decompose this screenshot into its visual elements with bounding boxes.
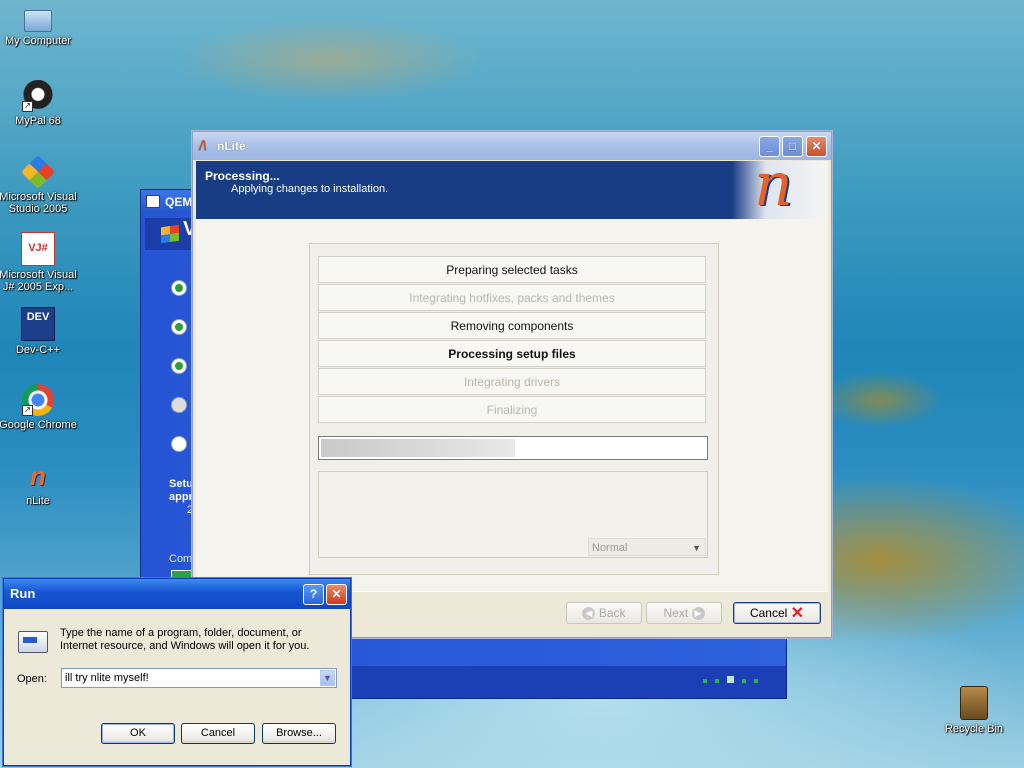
nlite-content: Preparing selected tasks Integrating hot…	[196, 219, 828, 591]
desktop-icon-nlite[interactable]: n nLite	[0, 460, 78, 507]
task-item-integrating-hotfixes: Integrating hotfixes, packs and themes	[318, 284, 706, 311]
run-title: Run	[10, 586, 36, 601]
my-computer-icon	[24, 10, 52, 32]
windows-flag-icon	[161, 224, 179, 244]
shortcut-arrow-icon: ↗	[22, 101, 33, 112]
open-input-value: ill try nlite myself!	[65, 672, 149, 684]
task-panel: Preparing selected tasks Integrating hot…	[309, 243, 719, 575]
task-item-finalizing: Finalizing	[318, 396, 706, 423]
help-button[interactable]: ?	[303, 584, 324, 605]
desktop-icon-my-computer[interactable]: My Computer	[0, 4, 78, 47]
page-title: Processing...	[205, 169, 280, 183]
desktop-icon-label: Microsoft Visual J# 2005 Exp...	[0, 269, 77, 293]
nlite-window[interactable]: /\ nLite _ □ ✕ Processing... Applying ch…	[192, 131, 832, 638]
desktop-icon-label: My Computer	[4, 35, 72, 47]
setup-step-indicator	[171, 397, 187, 413]
setup-side-text: appr	[169, 491, 193, 503]
cancel-button[interactable]: Cancel ✕	[733, 602, 821, 624]
back-button[interactable]: ◀ Back	[566, 602, 642, 624]
cancel-button-label: Cancel	[749, 606, 788, 620]
run-icon	[18, 631, 48, 653]
desktop-icon-label: MyPal 68	[15, 115, 61, 127]
minimize-button[interactable]: _	[759, 136, 780, 157]
nlite-app-icon: /\	[199, 138, 207, 153]
next-arrow-icon: ▶	[691, 607, 705, 621]
desktop-icon-label: Google Chrome	[0, 419, 77, 431]
setup-step-indicator	[171, 280, 187, 296]
nlite-icon: n	[30, 461, 46, 491]
progress-bar	[318, 436, 708, 460]
maximize-button[interactable]: □	[782, 136, 803, 157]
shortcut-arrow-icon: ↗	[22, 405, 33, 416]
open-input[interactable]: ill try nlite myself! ▼	[61, 668, 337, 688]
back-arrow-icon: ◀	[582, 607, 596, 621]
setup-step-indicator	[171, 319, 187, 335]
desktop-icon-visual-jsharp[interactable]: VJ# Microsoft Visual J# 2005 Exp...	[0, 232, 78, 293]
cancel-x-icon: ✕	[790, 604, 805, 622]
mypal-icon: ↗	[22, 80, 54, 112]
task-item-processing-setup-files: Processing setup files	[318, 340, 706, 367]
desktop-icon-label: Recycle Bin	[944, 723, 1004, 735]
desktop-icon-chrome[interactable]: ↗ Google Chrome	[0, 384, 78, 431]
nlite-title: nLite	[217, 139, 246, 153]
back-button-label: Back	[598, 606, 626, 620]
visual-jsharp-icon: VJ#	[21, 232, 55, 266]
desktop-icon-visual-studio[interactable]: Microsoft Visual Studio 2005	[0, 155, 78, 215]
desktop-icon-label: Microsoft Visual Studio 2005	[0, 191, 77, 215]
setup-step-indicator	[171, 436, 187, 452]
nlite-logo-glyph: n	[754, 161, 793, 219]
run-description: Type the name of a program, folder, docu…	[60, 627, 310, 652]
desktop-icon-devcpp[interactable]: DEV Dev-C++	[0, 307, 78, 356]
priority-select-value: Normal	[592, 542, 628, 554]
browse-button[interactable]: Browse...	[262, 723, 336, 744]
setup-side-text: Setu	[169, 478, 193, 490]
setup-step-indicator	[171, 358, 187, 374]
progress-bar-fill	[321, 439, 515, 457]
priority-select[interactable]: Normal ▼	[588, 538, 706, 556]
run-title-bar[interactable]: Run ? ✕	[4, 579, 350, 609]
ok-button[interactable]: OK	[101, 723, 175, 744]
visual-studio-icon	[21, 155, 55, 189]
close-button[interactable]: ✕	[806, 136, 827, 157]
next-button-label: Next	[663, 606, 689, 620]
recycle-bin-icon	[960, 686, 988, 720]
task-item-integrating-drivers: Integrating drivers	[318, 368, 706, 395]
desktop-icon-recycle-bin[interactable]: Recycle Bin	[934, 686, 1014, 735]
open-label: Open:	[17, 673, 47, 685]
nlite-header-banner: Processing... Applying changes to instal…	[196, 161, 828, 219]
chevron-down-icon[interactable]: ▼	[320, 670, 335, 686]
setup-progress-dots	[695, 674, 758, 686]
setup-status-bar	[351, 666, 786, 698]
nlite-logo: n	[732, 161, 828, 219]
chevron-down-icon: ▼	[692, 543, 701, 553]
qemu-window-icon	[146, 195, 160, 208]
next-button[interactable]: Next ▶	[646, 602, 722, 624]
run-close-button[interactable]: ✕	[326, 584, 347, 605]
task-item-preparing: Preparing selected tasks	[318, 256, 706, 283]
page-subtitle: Applying changes to installation.	[231, 183, 389, 195]
task-item-removing-components: Removing components	[318, 312, 706, 339]
run-cancel-button[interactable]: Cancel	[181, 723, 255, 744]
desktop-icon-label: nLite	[26, 495, 50, 507]
chrome-icon: ↗	[22, 384, 54, 416]
log-box: Normal ▼	[318, 471, 708, 558]
desktop-icon-label: Dev-C++	[15, 344, 61, 356]
desktop-icon-mypal[interactable]: ↗ MyPal 68	[0, 80, 78, 127]
run-dialog[interactable]: Run ? ✕ Type the name of a program, fold…	[3, 578, 351, 766]
devcpp-icon: DEV	[21, 307, 55, 341]
nlite-title-bar[interactable]: /\ nLite _ □ ✕	[193, 132, 831, 160]
